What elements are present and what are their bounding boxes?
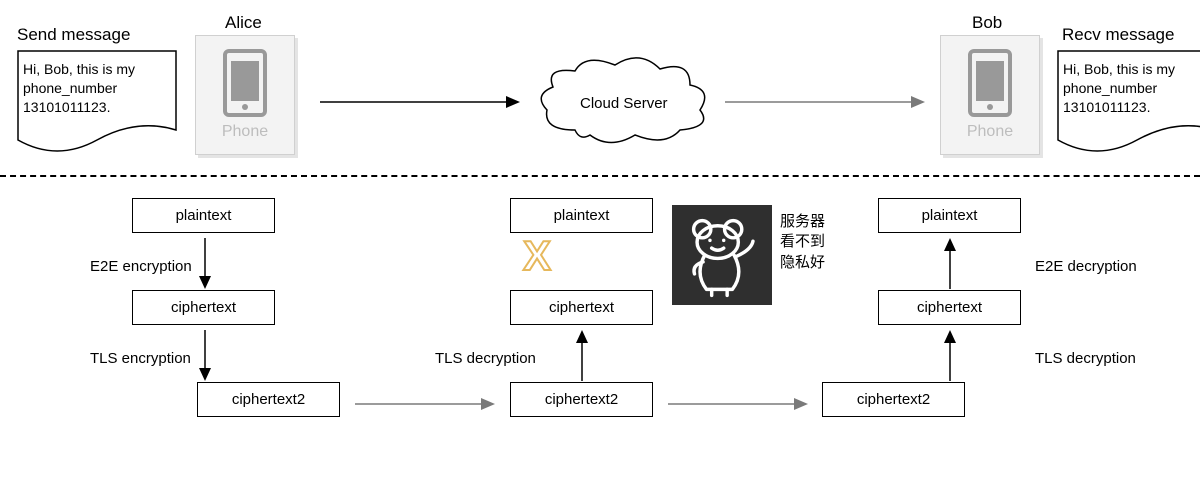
cn-line: 看不到 [780, 232, 830, 252]
cloud-label: Cloud Server [580, 95, 668, 112]
alice-phone: Phone [195, 35, 295, 155]
alice-message-text: Hi, Bob, this is my phone_number 1310101… [23, 60, 171, 117]
bob-label: Bob [972, 13, 1002, 33]
phone-caption: Phone [967, 123, 1013, 141]
cn-line: 隐私好 [780, 253, 830, 273]
arrow-right-up1 [940, 238, 960, 289]
right-ciphertext2-box: ciphertext2 [822, 382, 965, 417]
phone-icon [223, 49, 267, 117]
middle-tls-decryption-label: TLS decryption [435, 350, 536, 367]
arrow-mid-up [572, 330, 592, 381]
arrow-left-2 [195, 330, 215, 381]
e2e-decryption-label: E2E decryption [1035, 258, 1137, 275]
box-text: ciphertext2 [857, 391, 930, 408]
recv-message-label: Recv message [1062, 25, 1174, 45]
arrow-cloud-to-bob [725, 92, 925, 112]
right-ciphertext-box: ciphertext [878, 290, 1021, 325]
box-text: ciphertext2 [232, 391, 305, 408]
left-ciphertext2-box: ciphertext2 [197, 382, 340, 417]
right-tls-decryption-label: TLS decryption [1035, 350, 1136, 367]
middle-ciphertext-box: ciphertext [510, 290, 653, 325]
cloud-server: Cloud Server [535, 55, 710, 150]
arrow-left-1 [195, 238, 215, 289]
send-message-label: Send message [17, 25, 130, 45]
box-text: ciphertext [917, 299, 982, 316]
arrow-right-up2 [940, 330, 960, 381]
cn-line: 服务器 [780, 212, 830, 232]
box-text: ciphertext [549, 299, 614, 316]
arrow-c2-left-to-mid [355, 394, 495, 414]
right-plaintext-box: plaintext [878, 198, 1021, 233]
middle-plaintext-box: plaintext [510, 198, 653, 233]
cn-caption: 服务器 看不到 隐私好 [780, 212, 830, 273]
box-text: ciphertext2 [545, 391, 618, 408]
e2e-encryption-label: E2E encryption [90, 258, 192, 275]
arrow-c2-mid-to-right [668, 394, 808, 414]
box-text: ciphertext [171, 299, 236, 316]
left-ciphertext-box: ciphertext [132, 290, 275, 325]
middle-ciphertext2-box: ciphertext2 [510, 382, 653, 417]
alice-message-doc: Hi, Bob, this is my phone_number 1310101… [17, 50, 177, 155]
divider [0, 175, 1200, 177]
bob-phone: Phone [940, 35, 1040, 155]
left-plaintext-box: plaintext [132, 198, 275, 233]
bob-message-doc: Hi, Bob, this is my phone_number 1310101… [1057, 50, 1200, 155]
tls-encryption-label: TLS encryption [90, 350, 191, 367]
phone-caption: Phone [222, 123, 268, 141]
arrow-alice-to-cloud [320, 92, 520, 112]
x-mark-icon: X [523, 232, 551, 280]
box-text: plaintext [554, 207, 610, 224]
alice-label: Alice [225, 13, 262, 33]
box-text: plaintext [176, 207, 232, 224]
phone-icon [968, 49, 1012, 117]
bear-mascot-icon [672, 205, 772, 305]
bob-message-text: Hi, Bob, this is my phone_number 1310101… [1063, 60, 1200, 117]
box-text: plaintext [922, 207, 978, 224]
